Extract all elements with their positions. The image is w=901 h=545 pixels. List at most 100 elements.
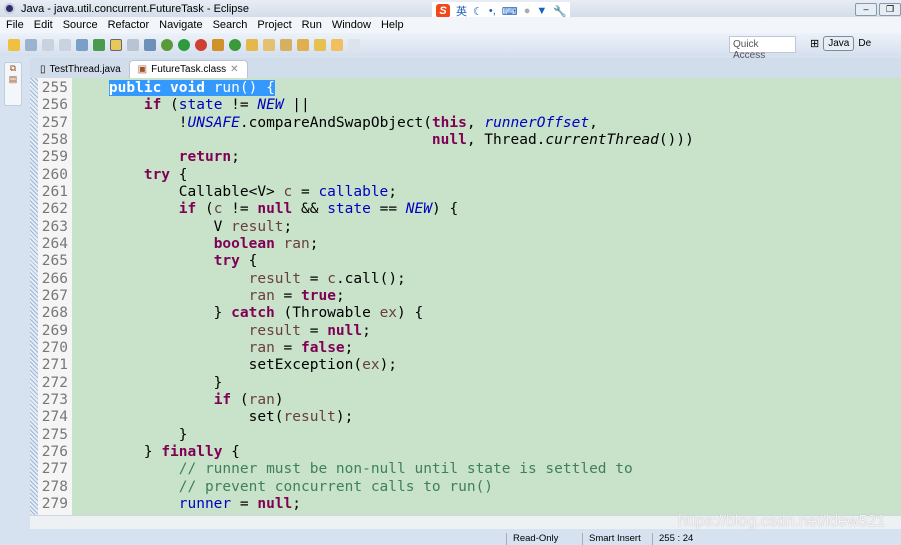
user-icon[interactable]: ● xyxy=(524,5,531,17)
run-icon[interactable] xyxy=(178,38,190,51)
sogou-icon: S xyxy=(436,4,450,18)
code-token: run() { xyxy=(204,80,275,96)
toggle-whitespace-icon[interactable] xyxy=(144,38,156,51)
keyboard-icon[interactable]: ⌨ xyxy=(502,5,518,18)
code-token: } xyxy=(74,374,223,391)
code-token: runnerOffset xyxy=(484,114,590,131)
line-number: 267 xyxy=(41,287,68,304)
code-token: callable xyxy=(318,183,389,200)
code-token: ran xyxy=(248,391,275,408)
code-token: NEW xyxy=(257,97,284,114)
code-token: != xyxy=(222,201,258,218)
code-text: try { xyxy=(74,167,188,184)
code-line: 257 !UNSAFE.compareAndSwapObject(this, r… xyxy=(30,115,901,132)
code-token: .call(); xyxy=(335,270,406,287)
code-line: 255 public void run() { xyxy=(30,80,901,97)
restore-view-icon[interactable]: ⧉ ▤ xyxy=(4,62,22,106)
code-line: 272 } xyxy=(30,375,901,392)
code-text: // runner must be non-null until state i… xyxy=(74,461,633,478)
minimize-button[interactable]: – xyxy=(855,3,877,16)
code-token: void xyxy=(170,80,205,96)
code-token: , xyxy=(466,114,485,131)
save-all-icon[interactable] xyxy=(59,38,71,51)
wrench-icon[interactable]: 🔧 xyxy=(553,5,567,18)
close-icon[interactable]: ✕ xyxy=(230,64,238,75)
code-line: 271 setException(ex); xyxy=(30,357,901,374)
code-line: 273 if (ran) xyxy=(30,392,901,409)
shirt-icon[interactable]: ▼ xyxy=(536,5,547,17)
code-line: 267 ran = true; xyxy=(30,288,901,305)
line-number: 279 xyxy=(41,495,68,512)
punctuation-icon[interactable]: •, xyxy=(489,5,496,17)
menu-run[interactable]: Run xyxy=(302,19,322,31)
debug-icon[interactable] xyxy=(161,38,173,51)
menu-file[interactable]: File xyxy=(6,19,24,31)
open-folder-icon[interactable] xyxy=(246,38,258,51)
code-token: ex xyxy=(379,305,398,322)
menu-window[interactable]: Window xyxy=(332,19,371,31)
watermark: https://blog.csdn.net/idew521 xyxy=(678,513,886,530)
back-arrow-icon[interactable] xyxy=(331,38,343,51)
new-package-icon[interactable] xyxy=(25,38,37,51)
search-icon[interactable] xyxy=(280,38,292,51)
code-token: || xyxy=(283,97,310,114)
perspective-java[interactable]: Java xyxy=(823,36,855,51)
menu-source[interactable]: Source xyxy=(63,19,98,31)
new-java-project-icon[interactable] xyxy=(212,38,224,51)
code-editor[interactable]: 255 public void run() {256 if (state != … xyxy=(30,78,901,515)
back-icon[interactable] xyxy=(314,38,326,51)
forward-arrow-icon[interactable] xyxy=(348,38,360,51)
code-token: null xyxy=(327,322,363,339)
code-token: ran xyxy=(283,235,310,252)
code-token: NEW xyxy=(405,201,432,218)
line-number: 262 xyxy=(41,201,68,218)
line-number: 263 xyxy=(41,218,68,235)
code-line: 259 return; xyxy=(30,149,901,166)
save-icon[interactable] xyxy=(42,38,54,51)
code-line: 278 // prevent concurrent calls to run() xyxy=(30,479,901,496)
open-perspective-icon[interactable]: ⊞ xyxy=(810,37,819,50)
menu-navigate[interactable]: Navigate xyxy=(159,19,202,31)
open-type-icon[interactable] xyxy=(93,38,105,51)
perspective-debug[interactable]: De xyxy=(858,38,871,49)
code-token: null xyxy=(257,201,293,218)
annotation-icon[interactable] xyxy=(297,38,309,51)
menu-refactor[interactable]: Refactor xyxy=(108,19,150,31)
skip-breakpoints-icon[interactable] xyxy=(76,38,88,51)
tab-testthread[interactable]: ▯ TestThread.java xyxy=(32,60,129,78)
menu-edit[interactable]: Edit xyxy=(34,19,53,31)
new-class-icon[interactable] xyxy=(229,38,241,51)
code-text: if (state != NEW || xyxy=(74,97,310,114)
tab-futuretask[interactable]: ▣ FutureTask.class ✕ xyxy=(128,60,248,78)
code-token: } xyxy=(74,305,232,322)
code-token: V xyxy=(74,218,232,235)
line-number: 276 xyxy=(41,443,68,460)
block-selection-icon[interactable] xyxy=(127,38,139,51)
external-tools-icon[interactable] xyxy=(195,38,207,51)
moon-icon[interactable]: ☾ xyxy=(473,5,483,18)
code-token: ( xyxy=(161,97,179,114)
open-task-icon[interactable] xyxy=(263,38,275,51)
code-token: } xyxy=(74,426,188,443)
restore-button[interactable]: ❐ xyxy=(879,3,901,16)
code-token: = xyxy=(301,270,328,287)
menu-search[interactable]: Search xyxy=(213,19,248,31)
code-token: result xyxy=(283,409,336,426)
line-number: 274 xyxy=(41,409,68,426)
code-token: boolean xyxy=(213,235,275,252)
mark-occurrences-icon[interactable] xyxy=(110,38,122,51)
menu-project[interactable]: Project xyxy=(257,19,291,31)
menu-help[interactable]: Help xyxy=(381,19,404,31)
code-token: ; xyxy=(283,218,293,235)
new-icon[interactable] xyxy=(8,38,20,51)
quick-access-input[interactable]: Quick Access xyxy=(729,36,796,61)
